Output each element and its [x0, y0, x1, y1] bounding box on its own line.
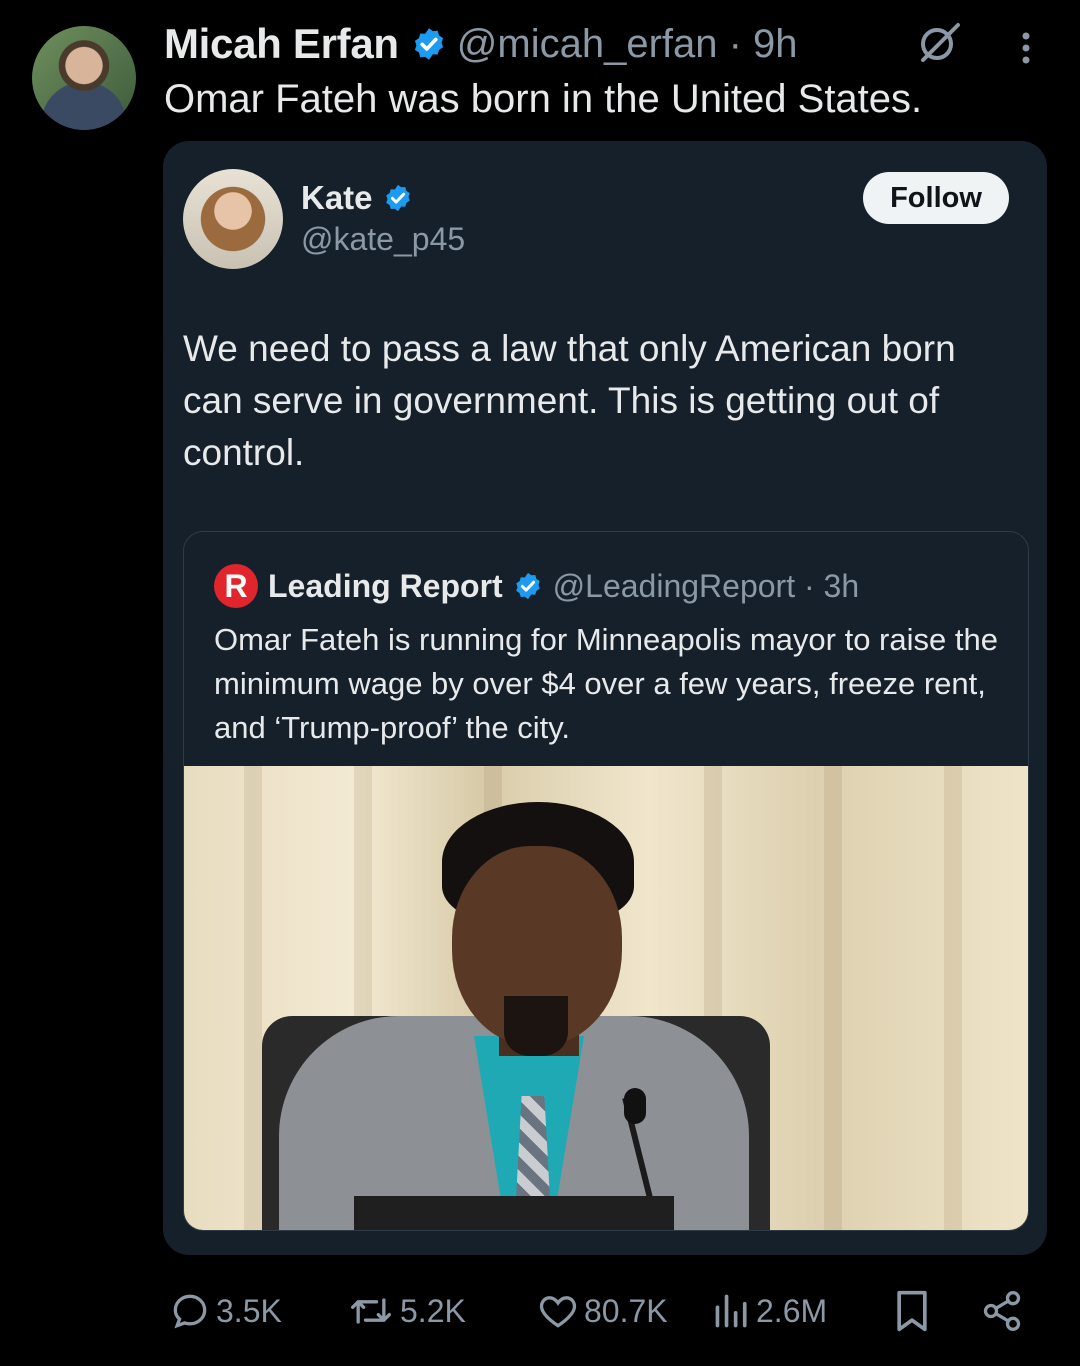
author-avatar[interactable] — [32, 26, 136, 130]
reply-icon — [173, 1294, 207, 1329]
share-button[interactable] — [980, 1283, 1028, 1339]
nested-quote-card[interactable]: R Leading Report @LeadingReport · 3h Oma… — [183, 531, 1029, 1231]
repost-icon — [351, 1298, 391, 1324]
quoted-post-text: We need to pass a law that only American… — [183, 328, 956, 473]
view-count: 2.6M — [756, 1292, 828, 1329]
like-button[interactable]: 80.7K — [536, 1283, 668, 1339]
verified-badge-icon — [385, 184, 410, 212]
views-chart-icon — [715, 1294, 747, 1328]
nested-author-name[interactable]: Leading Report — [268, 568, 503, 605]
quoted-author-avatar[interactable] — [183, 169, 283, 269]
verified-badge-icon — [515, 572, 540, 600]
heart-icon — [539, 1296, 577, 1328]
quoted-author-handle: @kate_p45 — [301, 221, 466, 257]
action-bar: 3.5K 5.2K 80.7K 2.6M — [0, 1283, 1080, 1339]
nested-quote-header: Leading Report @LeadingReport · 3h — [268, 562, 859, 610]
quoted-author-row: Kate — [301, 179, 423, 217]
reply-count: 3.5K — [216, 1292, 282, 1329]
verified-badge-icon — [414, 28, 443, 60]
quoted-author-name[interactable]: Kate — [301, 179, 373, 217]
bookmark-icon — [897, 1290, 927, 1332]
views-button[interactable]: 2.6M — [712, 1283, 827, 1339]
leading-report-logo: R — [214, 564, 258, 608]
quoted-post-card[interactable]: Kate @kate_p45 Follow We need to pass a … — [163, 141, 1047, 1255]
author-handle-time: @micah_erfan · 9h — [456, 21, 798, 66]
nested-quote-text: Omar Fateh is running for Minneapolis ma… — [214, 622, 998, 745]
bookmark-button[interactable] — [890, 1283, 938, 1339]
repost-button[interactable]: 5.2K — [346, 1283, 466, 1339]
follow-button[interactable]: Follow — [863, 172, 1009, 224]
share-icon — [983, 1291, 1021, 1331]
repost-count: 5.2K — [400, 1292, 466, 1329]
nested-author-handle-time: @LeadingReport · 3h — [552, 567, 860, 604]
like-count: 80.7K — [584, 1292, 668, 1329]
post-photo[interactable] — [184, 766, 1028, 1230]
grok-icon[interactable] — [916, 20, 962, 66]
more-options-icon[interactable] — [1016, 30, 1036, 66]
author-name[interactable]: Micah Erfan — [164, 20, 399, 68]
post-text: Omar Fateh was born in the United States… — [164, 77, 923, 121]
reply-button[interactable]: 3.5K — [168, 1283, 282, 1339]
